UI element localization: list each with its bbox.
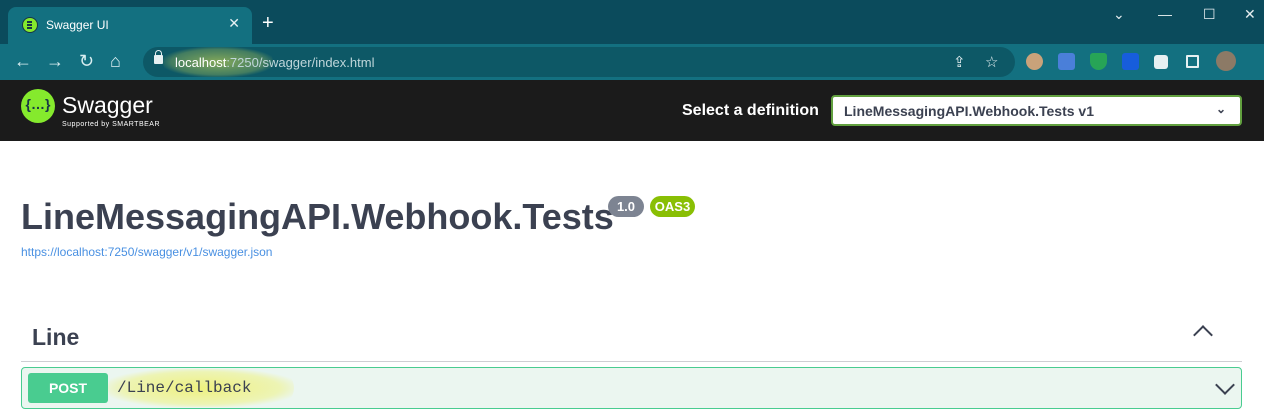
puzzle-extensions-icon[interactable] [1154,55,1168,69]
tab-search-icon[interactable]: ⌄ [1113,6,1125,23]
swagger-topbar: {…} Swagger Supported by SMARTBEAR Selec… [0,80,1264,141]
new-tab-button[interactable]: + [262,13,274,33]
swagger-json-link[interactable]: https://localhost:7250/swagger/v1/swagge… [21,245,272,259]
swagger-favicon-icon [22,17,38,33]
side-panel-icon[interactable] [1186,55,1199,68]
owl-extension-icon[interactable] [1026,53,1043,70]
operation-post-line-callback[interactable]: POST /Line/callback [21,367,1242,409]
oas-badge: OAS3 [650,196,695,217]
maximize-button[interactable]: ☐ [1203,6,1216,23]
operation-path: /Line/callback [117,379,252,397]
address-bar[interactable]: localhost:7250/swagger/index.html ⇪ ☆ [143,47,1015,77]
back-arrow-icon[interactable]: ← [14,51,32,71]
chevron-down-icon: ⌄ [1215,102,1226,116]
select-definition-label: Select a definition [682,102,819,119]
chevron-down-icon[interactable] [1215,375,1235,395]
shield-extension-icon[interactable] [1090,53,1107,70]
browser-tab[interactable]: Swagger UI ✕ [8,7,252,44]
tab-title: Swagger UI [46,18,109,32]
forward-arrow-icon[interactable]: → [46,51,64,71]
url-text[interactable]: localhost:7250/swagger/index.html [175,55,374,70]
browser-toolbar: ← → ↻ ⌂ localhost:7250/swagger/index.htm… [0,44,1264,80]
method-badge: POST [28,373,108,403]
minimize-button[interactable]: — [1158,6,1172,22]
close-window-button[interactable]: ✕ [1244,6,1256,23]
google-translate-extension-icon[interactable] [1058,53,1075,70]
swagger-logo-icon[interactable]: {…} [21,89,55,123]
bitwarden-extension-icon[interactable] [1122,53,1139,70]
close-tab-icon[interactable]: ✕ [228,15,240,32]
share-icon[interactable]: ⇪ [953,53,966,71]
lock-icon[interactable] [154,50,163,64]
definition-select[interactable]: LineMessagingAPI.Webhook.Tests v1 ⌄ [831,95,1242,126]
tag-divider [21,361,1242,362]
swagger-logo-text: Swagger [62,92,153,118]
swagger-logo-subtitle: Supported by SMARTBEAR [62,121,161,128]
profile-avatar[interactable] [1216,51,1236,71]
bookmark-star-icon[interactable]: ☆ [985,53,998,71]
browser-titlebar: Swagger UI ✕ + ⌄ — ☐ ✕ [0,0,1264,44]
reload-icon[interactable]: ↻ [79,51,94,71]
home-icon[interactable]: ⌂ [110,51,121,71]
api-title: LineMessagingAPI.Webhook.Tests [21,196,614,237]
tag-title[interactable]: Line [32,324,79,351]
chevron-up-icon[interactable] [1193,325,1213,345]
definition-select-value: LineMessagingAPI.Webhook.Tests v1 [844,103,1094,119]
version-badge: 1.0 [608,196,644,217]
